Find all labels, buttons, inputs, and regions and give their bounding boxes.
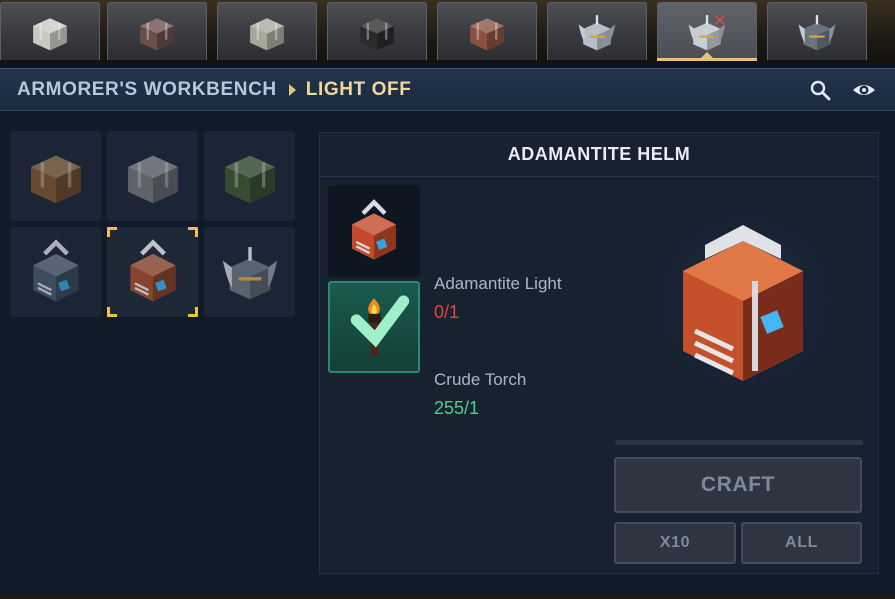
ingredient-slot-adamantite-light[interactable] <box>328 185 420 277</box>
category-tab-strip: ✕ <box>0 0 895 62</box>
recipe-adamantite-helm[interactable] <box>107 227 198 317</box>
mithril-winged-helm-icon <box>216 238 284 306</box>
tab-winged-helm-dark[interactable] <box>767 2 867 60</box>
recipe-detail-panel: ADAMANTITE HELM Adamantite Light 0/1 Cru… <box>319 132 879 574</box>
craft-x10-button[interactable]: X10 <box>614 522 736 564</box>
tab-leather-armor-legs[interactable] <box>437 2 537 60</box>
tab-light-armor-chest[interactable] <box>0 2 100 60</box>
tab-stone-armor-legs[interactable] <box>217 2 317 60</box>
item-preview <box>635 191 855 411</box>
craft-button[interactable]: CRAFT <box>614 457 862 513</box>
red-armor-chest-icon <box>134 9 180 55</box>
eye-icon <box>853 85 875 95</box>
tab-winged-helm[interactable] <box>547 2 647 60</box>
recipe-cobalt-helm[interactable] <box>10 227 101 317</box>
ingredient-slot-crude-torch[interactable] <box>328 281 420 373</box>
selection-corner <box>107 307 117 317</box>
disabled-x-icon: ✕ <box>713 11 727 30</box>
breadcrumb-workbench[interactable]: ARMORER'S WORKBENCH <box>17 79 277 101</box>
stone-armor-legs-icon <box>244 9 290 55</box>
copper-chest-icon <box>22 142 90 210</box>
light-armor-chest-icon <box>27 9 73 55</box>
ingredient-name: Adamantite Light <box>434 274 562 293</box>
thorium-chest-icon <box>216 142 284 210</box>
ingredient-name: Crude Torch <box>434 370 527 389</box>
recipe-thorium-chest[interactable] <box>204 131 295 221</box>
craft-progress-bar <box>615 440 863 445</box>
tab-dark-armor-chest[interactable] <box>327 2 427 60</box>
adamantite-light-icon <box>341 198 407 264</box>
recipe-mithril-winged-helm[interactable] <box>204 227 295 317</box>
dark-armor-chest-icon <box>354 9 400 55</box>
recipe-iron-chest[interactable] <box>107 131 198 221</box>
workbench-window: ARMORER'S WORKBENCH LIGHT OFF ADAMANTITE… <box>0 68 895 599</box>
leather-armor-legs-icon <box>464 9 510 55</box>
bottom-frame <box>0 594 895 599</box>
ingredient-count: 0/1 <box>434 302 460 322</box>
selection-corner <box>188 227 198 237</box>
craft-all-button[interactable]: ALL <box>741 522 862 564</box>
winged-helm-icon <box>574 9 620 55</box>
checkmark-icon <box>350 295 410 348</box>
selection-corner <box>107 227 117 237</box>
iron-chest-icon <box>119 142 187 210</box>
recipe-title: ADAMANTITE HELM <box>320 133 878 177</box>
selection-corner <box>188 307 198 317</box>
search-icon <box>810 80 831 101</box>
ingredient-count: 255/1 <box>434 398 480 418</box>
breadcrumb-category: LIGHT OFF <box>305 78 412 100</box>
active-tab-pointer <box>700 52 714 59</box>
toggle-visibility-button[interactable] <box>851 78 877 102</box>
breadcrumb-arrow-icon <box>288 83 296 96</box>
tab-red-armor-chest[interactable] <box>107 2 207 60</box>
winged-helm-dark-icon <box>794 9 840 55</box>
cobalt-helm-icon <box>22 238 90 306</box>
adamantite-helm-icon <box>119 238 187 306</box>
breadcrumb: ARMORER'S WORKBENCH LIGHT OFF <box>0 69 895 111</box>
search-button[interactable] <box>808 78 834 102</box>
recipe-copper-chest[interactable] <box>10 131 101 221</box>
tab-winged-helm-off[interactable]: ✕ <box>657 2 757 61</box>
